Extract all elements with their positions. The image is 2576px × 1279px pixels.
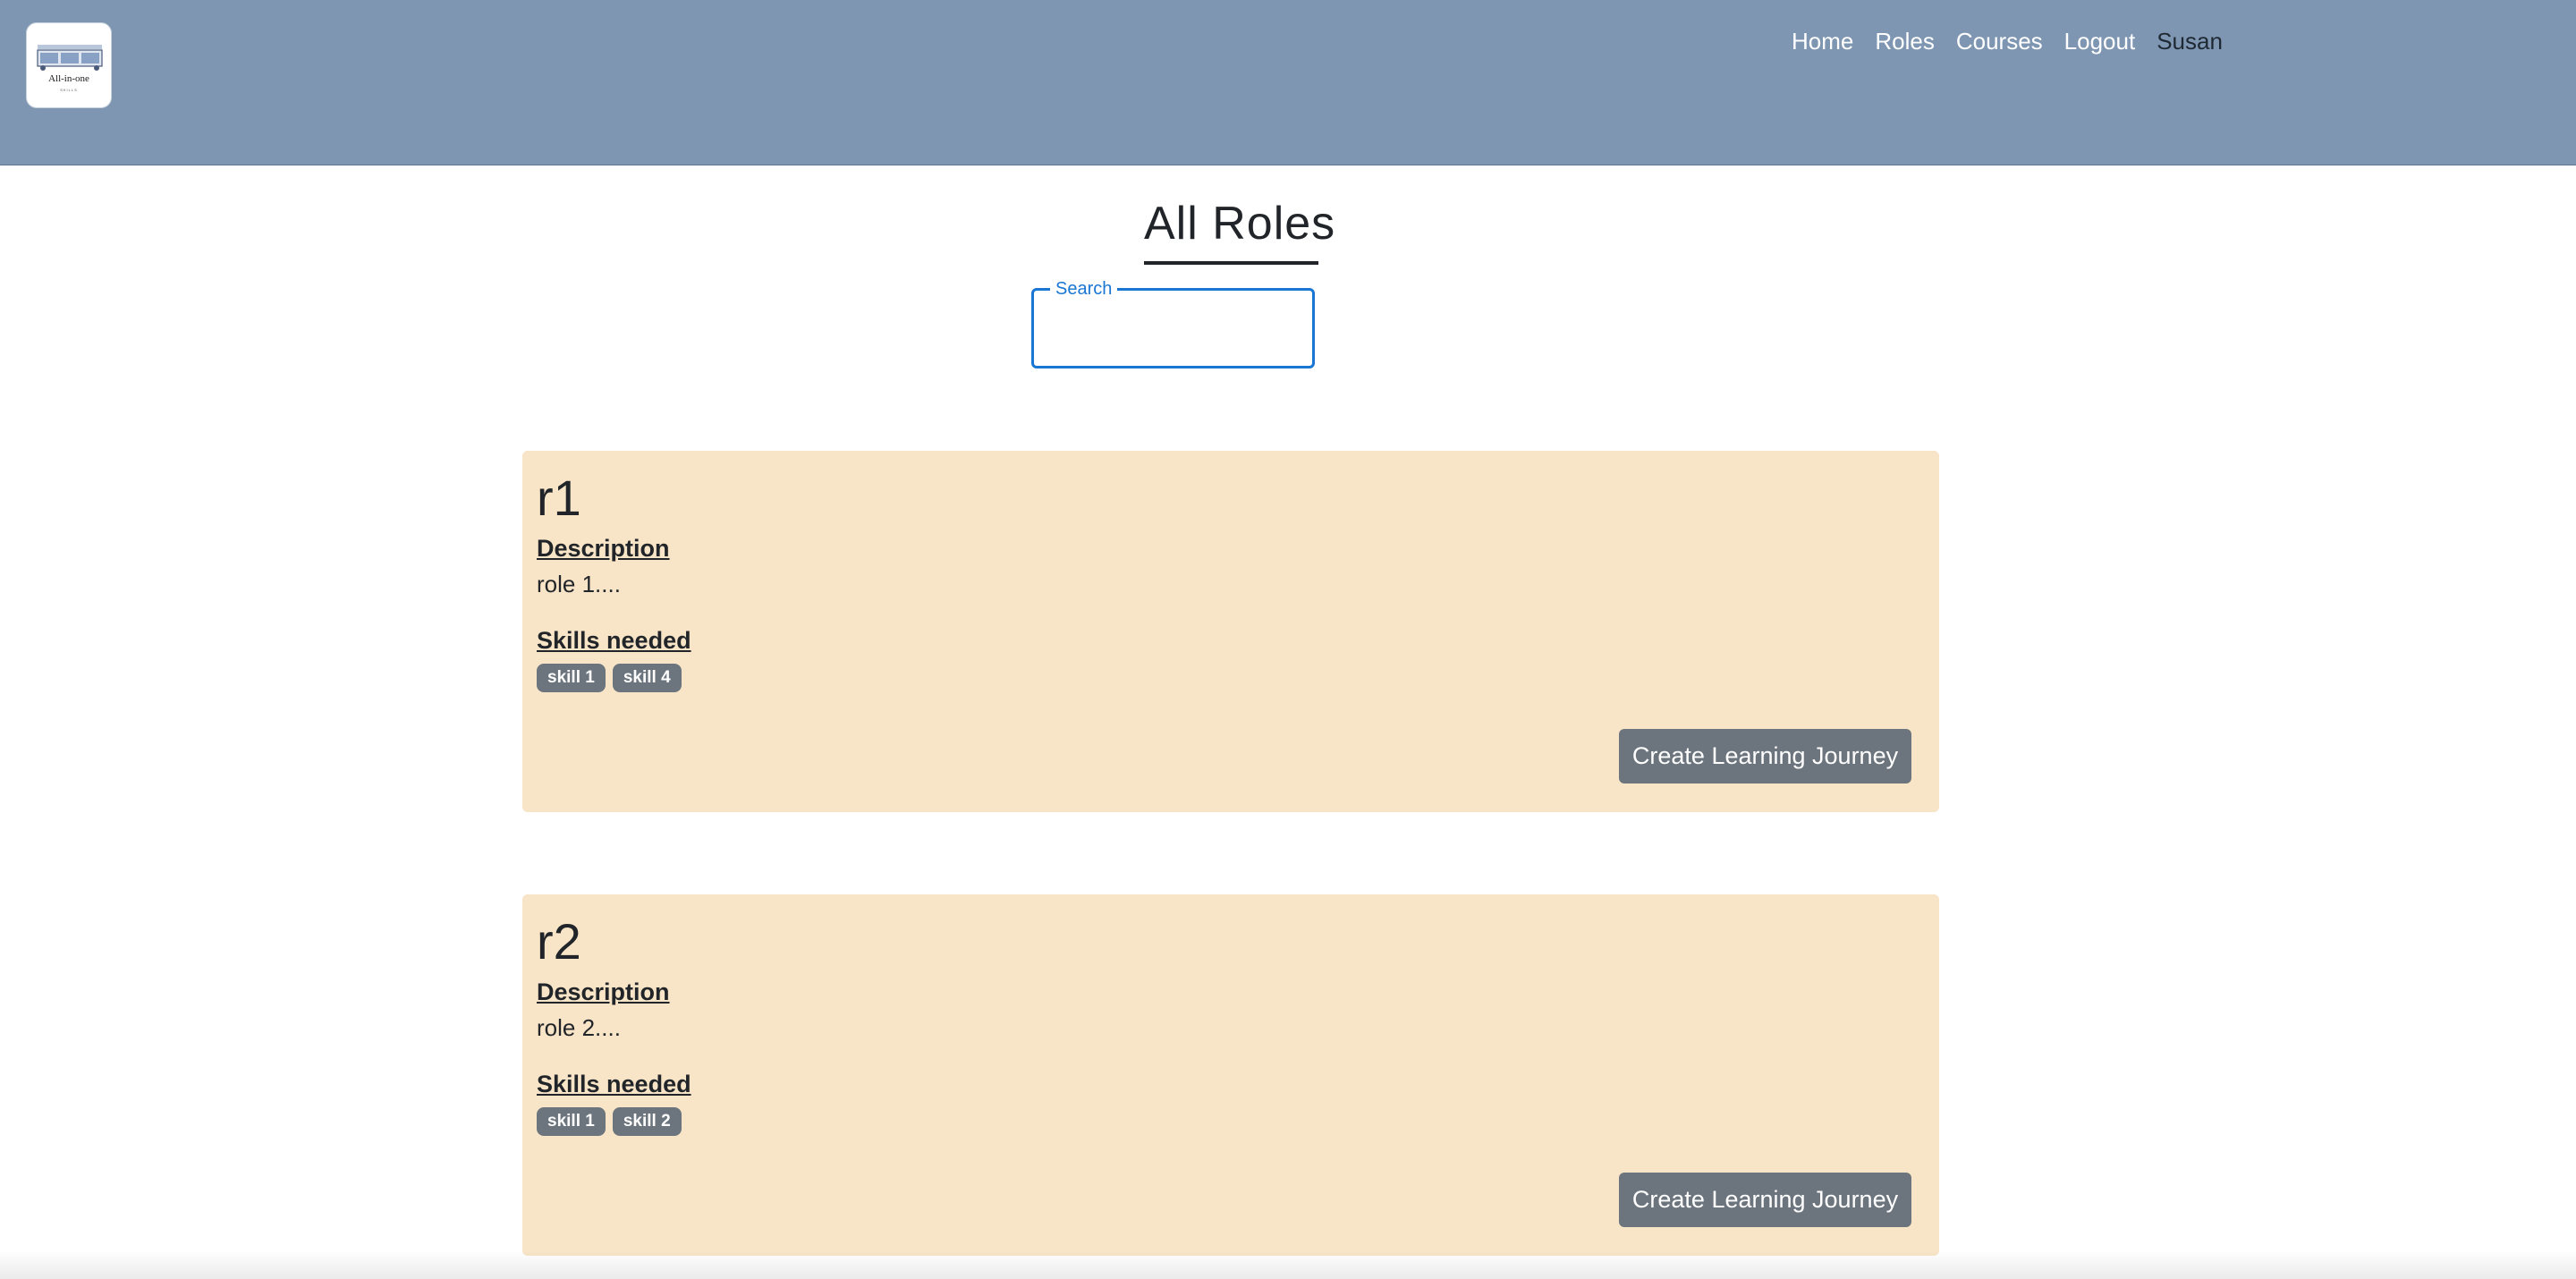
description-label: Description xyxy=(537,978,670,1005)
skill-badge: skill 1 xyxy=(537,664,606,692)
search-input[interactable] xyxy=(1043,303,1302,357)
role-card: r2 Description role 2.... Skills needed … xyxy=(522,894,1939,1256)
nav-link-courses[interactable]: Courses xyxy=(1956,28,2043,55)
skills-list: skill 1 skill 2 xyxy=(537,1107,682,1136)
nav-links: Home Roles Courses Logout Susan xyxy=(1792,25,2223,57)
search-label: Search xyxy=(1050,278,1118,300)
skill-badge: skill 4 xyxy=(612,664,682,692)
nav-link-home[interactable]: Home xyxy=(1792,28,1853,55)
skill-badge: skill 2 xyxy=(612,1107,682,1136)
create-learning-journey-button[interactable]: Create Learning Journey xyxy=(1619,729,1911,783)
skills-needed-label: Skills needed xyxy=(537,1071,691,1097)
role-name: r2 xyxy=(537,913,581,970)
logo-text: All-in-one xyxy=(48,73,89,84)
nav-link-logout[interactable]: Logout xyxy=(2064,28,2136,55)
logo-subtext: SKILLS xyxy=(60,88,78,92)
create-learning-journey-button[interactable]: Create Learning Journey xyxy=(1619,1173,1911,1227)
bottom-shadow xyxy=(0,1250,2576,1279)
skill-badge: skill 1 xyxy=(537,1107,606,1136)
page-title: All Roles xyxy=(1144,198,1336,250)
search-field[interactable]: Search xyxy=(1031,278,1315,368)
top-navbar: All-in-one SKILLS Home Roles Courses Log… xyxy=(0,0,2576,165)
skills-needed-label: Skills needed xyxy=(537,627,691,654)
description-label: Description xyxy=(537,535,670,562)
app-logo[interactable]: All-in-one SKILLS xyxy=(26,22,112,108)
role-card: r1 Description role 1.... Skills needed … xyxy=(522,451,1939,812)
logo-graphic-icon xyxy=(37,45,103,71)
role-description: role 2.... xyxy=(537,1014,621,1041)
role-description: role 1.... xyxy=(537,571,621,597)
nav-link-roles[interactable]: Roles xyxy=(1875,28,1934,55)
skills-list: skill 1 skill 4 xyxy=(537,664,682,692)
title-underline xyxy=(1144,261,1318,265)
current-user-name: Susan xyxy=(2157,27,2223,55)
role-name: r1 xyxy=(537,470,581,526)
